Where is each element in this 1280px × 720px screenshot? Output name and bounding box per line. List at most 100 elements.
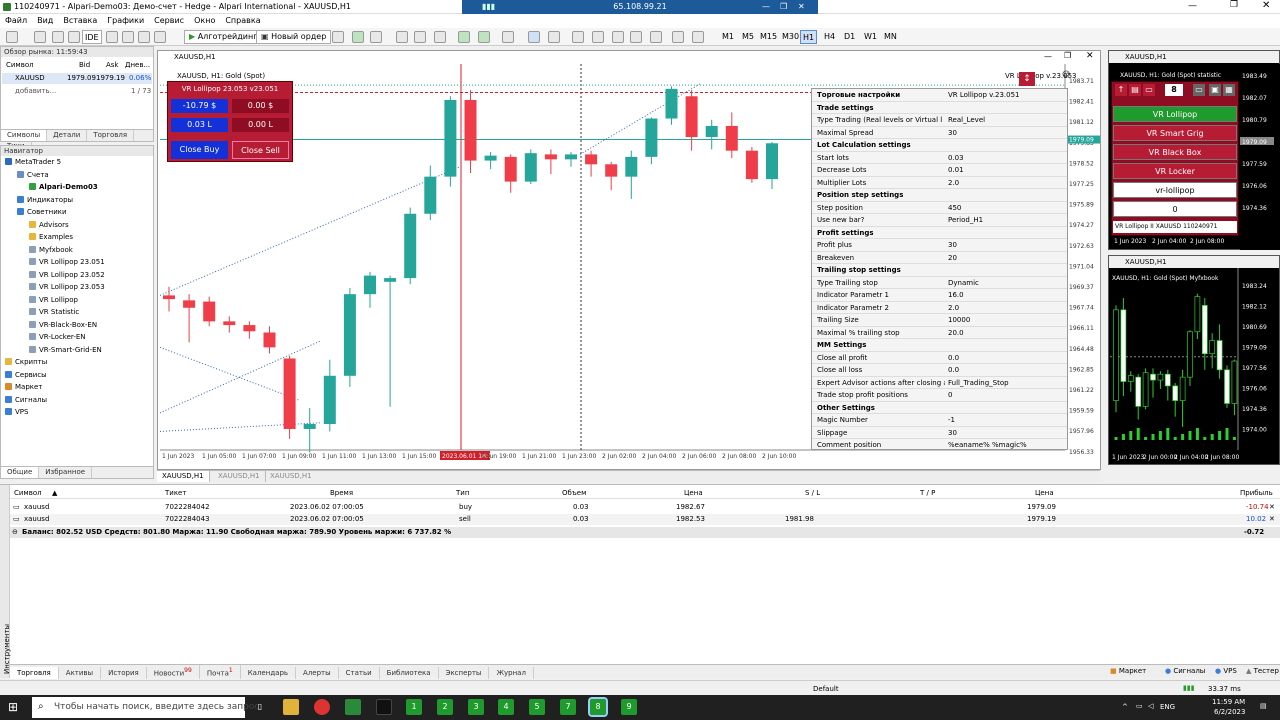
terminal-tab[interactable]: Библиотека xyxy=(380,667,439,680)
candle-body[interactable] xyxy=(766,143,778,180)
metatrader-icon[interactable] xyxy=(345,699,361,715)
remote-close-icon[interactable]: ✕ xyxy=(798,0,805,14)
candle-body[interactable] xyxy=(605,164,618,177)
settings-value[interactable]: 30 xyxy=(945,127,957,139)
tab-details[interactable]: Детали xyxy=(47,130,88,141)
taskbar-search[interactable]: ⌕ Чтобы начать поиск, введите здесь запр… xyxy=(32,697,259,718)
grid-icon[interactable] xyxy=(154,31,166,43)
terminal-tab[interactable]: История xyxy=(101,667,147,680)
nav-item[interactable]: VR Lollipop 23.051 xyxy=(29,258,105,266)
settings-value[interactable]: Dynamic xyxy=(945,277,979,289)
file-explorer-icon[interactable] xyxy=(283,699,299,715)
history-icon[interactable] xyxy=(106,31,118,43)
right-chart-2-candle[interactable] xyxy=(1157,373,1164,381)
nav-item[interactable]: Советники xyxy=(17,208,67,216)
chart-restore-icon[interactable]: ❐ xyxy=(1064,51,1071,60)
candle-body[interactable] xyxy=(625,156,638,177)
menu-tools[interactable]: Сервис xyxy=(149,14,189,28)
right-chart-2-candle[interactable] xyxy=(1216,340,1223,371)
candle-body[interactable] xyxy=(163,295,175,300)
settings-value[interactable]: 0.0 xyxy=(945,364,959,376)
candle-body[interactable] xyxy=(524,153,537,182)
candle-body[interactable] xyxy=(444,99,457,177)
th-time[interactable]: Время xyxy=(330,489,353,497)
settings-value[interactable]: 20 xyxy=(945,252,957,264)
taskbar-app-9[interactable]: 9 xyxy=(621,699,637,715)
cursor-icon[interactable] xyxy=(528,31,540,43)
status-signals[interactable]: ● Сигналы xyxy=(1165,667,1205,675)
settings-value[interactable]: Real_Level xyxy=(945,114,985,126)
tab-trading[interactable]: Торговля xyxy=(87,130,135,141)
candle-body[interactable] xyxy=(323,375,336,425)
settings-value[interactable]: -1 xyxy=(945,414,955,426)
taskbar-app-5[interactable]: 5 xyxy=(529,699,545,715)
right-chart-2-candle[interactable] xyxy=(1224,369,1230,404)
settings-row[interactable]: Type Trailing stop Dynamic xyxy=(812,277,1067,289)
vr-black-box-button[interactable]: VR Black Box xyxy=(1113,144,1237,160)
th-ticket[interactable]: Тикет xyxy=(165,489,186,497)
menu-view[interactable]: Вид xyxy=(32,14,58,28)
remote-minimize-icon[interactable]: — xyxy=(762,0,770,14)
depth-icon[interactable] xyxy=(332,31,344,43)
nav-item[interactable]: Счета xyxy=(17,170,49,179)
taskbar-app-3[interactable]: 3 xyxy=(468,699,484,715)
settings-row[interactable]: Trailing Size 10000 xyxy=(812,314,1067,327)
channel-icon[interactable] xyxy=(630,31,642,43)
candle-body[interactable] xyxy=(685,96,698,138)
close-position-icon[interactable]: ✕ xyxy=(1269,503,1275,511)
settings-row[interactable]: Other Settings xyxy=(812,402,1067,414)
tf-m30[interactable]: M30 xyxy=(780,30,801,44)
candle-body[interactable] xyxy=(424,176,437,214)
vertical-line-icon[interactable] xyxy=(572,31,584,43)
settings-row[interactable]: Trailing stop settings xyxy=(812,264,1067,277)
right-chart-2-candle[interactable] xyxy=(1201,305,1208,355)
settings-value[interactable]: 0 xyxy=(945,389,952,401)
settings-row[interactable]: Lot Calculation settings xyxy=(812,139,1067,152)
terminal-tab[interactable]: Алерты xyxy=(296,667,339,680)
fibo-icon[interactable] xyxy=(650,31,662,43)
candle-body[interactable] xyxy=(745,150,758,180)
nav-item[interactable]: VR-Smart-Grid-EN xyxy=(29,345,102,354)
settings-row[interactable]: Use new bar? Period_H1 xyxy=(812,214,1067,227)
network-icon[interactable]: ▭ xyxy=(1136,702,1143,710)
tf-mn[interactable]: MN xyxy=(882,30,899,44)
nav-item[interactable]: VR Lollipop 23.052 xyxy=(29,270,105,279)
copy-icon[interactable] xyxy=(122,31,134,43)
settings-value[interactable]: VR Lollipop v.23.051 xyxy=(945,89,1019,101)
profiles-icon[interactable] xyxy=(34,31,46,43)
chart-minimize-icon[interactable]: — xyxy=(1044,52,1052,61)
nav-item[interactable]: VR Lollipop xyxy=(29,295,78,304)
vr-locker-button[interactable]: VR Locker xyxy=(1113,163,1237,179)
new-chart-icon[interactable] xyxy=(6,31,18,43)
lot-stepper[interactable]: 8 xyxy=(1165,84,1183,96)
nav-item[interactable]: Сервисы xyxy=(5,370,47,379)
th-profit[interactable]: Прибыль xyxy=(1240,489,1273,497)
candle-body[interactable] xyxy=(544,154,557,160)
nav-item[interactable]: Сигналы xyxy=(5,395,47,404)
chart-tab-1[interactable]: XAUUSD,H1 xyxy=(157,471,210,482)
terminal-tab[interactable]: Эксперты xyxy=(439,667,490,680)
right-chart-2-candle[interactable] xyxy=(1127,375,1134,382)
minimize-icon[interactable]: — xyxy=(1188,1,1197,11)
settings-row[interactable]: Close all loss 0.0 xyxy=(812,364,1067,377)
nav-item[interactable]: Маркет xyxy=(5,383,42,391)
candle-body[interactable] xyxy=(645,118,658,157)
one-click-trade-icon[interactable]: ↕ xyxy=(1019,72,1035,86)
th-tp[interactable]: T / P xyxy=(920,489,935,497)
settings-value[interactable]: 0.01 xyxy=(945,164,964,176)
settings-row[interactable]: Start lots 0.03 xyxy=(812,152,1067,164)
settings-row[interactable]: Trade settings xyxy=(812,102,1067,114)
terminal-tab[interactable]: Статьи xyxy=(339,667,380,680)
settings-row[interactable]: Comment position %eaname% %magic% xyxy=(812,439,1067,449)
terminal-tab[interactable]: Календарь xyxy=(241,667,297,680)
status-tester[interactable]: ▲ Тестер xyxy=(1246,667,1279,675)
nav-item[interactable]: Индикаторы xyxy=(17,195,73,204)
tile-icon[interactable] xyxy=(434,31,446,43)
new-order-button[interactable]: ▣ Новый ордер xyxy=(256,30,332,44)
settings-row[interactable]: Profit plus 30 xyxy=(812,239,1067,252)
horizontal-line-icon[interactable] xyxy=(592,31,604,43)
status-vps[interactable]: ● VPS xyxy=(1215,667,1237,675)
right-chart-2-candle[interactable] xyxy=(1164,373,1171,387)
settings-row[interactable]: Magic Number -1 xyxy=(812,414,1067,427)
candle-body[interactable] xyxy=(343,294,356,376)
